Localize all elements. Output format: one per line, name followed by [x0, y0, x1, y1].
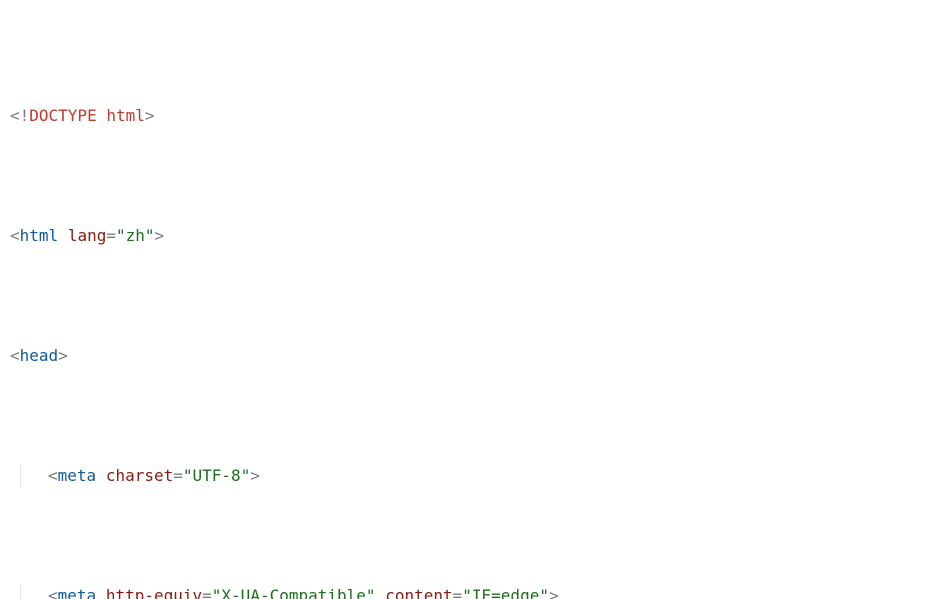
space — [96, 466, 106, 485]
attr-name: content — [385, 586, 452, 599]
punct: > — [145, 106, 155, 125]
attr-name: charset — [106, 466, 173, 485]
doctype-html: html — [106, 106, 145, 125]
tag-name: meta — [58, 586, 97, 599]
attr-name: http-equiv — [106, 586, 202, 599]
tag-name: html — [20, 226, 59, 245]
doctype-keyword: DOCTYPE — [29, 106, 106, 125]
punct: > — [549, 586, 559, 599]
punct: < — [48, 586, 58, 599]
attr-value: "zh" — [116, 226, 155, 245]
punct: = — [453, 586, 463, 599]
punct: > — [250, 466, 260, 485]
attr-value: "IE=edge" — [462, 586, 549, 599]
tag-name: meta — [58, 466, 97, 485]
space — [376, 586, 386, 599]
attr-value: "X-UA-Compatible" — [212, 586, 376, 599]
punct: < — [48, 466, 58, 485]
space — [96, 586, 106, 599]
punct: < — [10, 226, 20, 245]
code-line: <head> — [10, 344, 928, 368]
punct: = — [173, 466, 183, 485]
punct: = — [106, 226, 116, 245]
punct: = — [202, 586, 212, 599]
tag-name: head — [20, 346, 59, 365]
code-editor[interactable]: <!DOCTYPE html> <html lang="zh"> <head> … — [0, 0, 928, 599]
punct: < — [10, 346, 20, 365]
attr-value: "UTF-8" — [183, 466, 250, 485]
attr-name: lang — [68, 226, 107, 245]
code-line: <!DOCTYPE html> — [10, 104, 928, 128]
code-line: <meta http-equiv="X-UA-Compatible" conte… — [10, 584, 928, 599]
code-line: <html lang="zh"> — [10, 224, 928, 248]
punct: <! — [10, 106, 29, 125]
space — [58, 226, 68, 245]
punct: > — [58, 346, 68, 365]
punct: > — [155, 226, 165, 245]
code-line: <meta charset="UTF-8"> — [10, 464, 928, 488]
